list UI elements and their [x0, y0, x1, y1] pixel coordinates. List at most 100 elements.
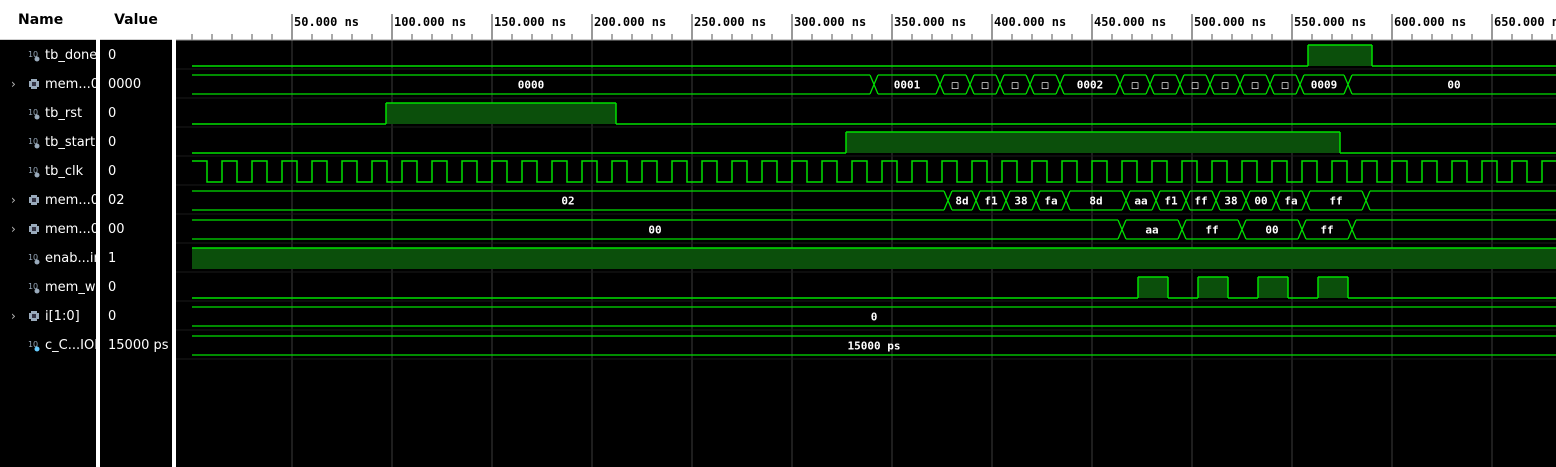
bus-segment — [1034, 74, 1065, 95]
waveform-mem-w[interactable] — [192, 276, 1556, 299]
bus-segment — [1004, 74, 1035, 95]
waveform-tb-clk[interactable] — [192, 160, 1556, 183]
high-level-fill — [846, 132, 1340, 153]
bus-value-label: □ — [1222, 79, 1229, 92]
bus-value-label: □ — [1042, 79, 1049, 92]
bus-signal-icon — [28, 222, 40, 236]
signal-name: i[1:0] — [45, 309, 80, 324]
parameter-icon: 10 — [28, 338, 40, 352]
signal-row-tb-rst[interactable]: 1 0 tb_rst — [0, 99, 96, 128]
bus-value-label: f1 — [1164, 195, 1178, 208]
bus-value-label: □ — [982, 79, 989, 92]
signal-row-mem-0[interactable]: › mem...0 — [0, 215, 96, 244]
bus-value-label: ff — [1329, 195, 1342, 208]
waveform-mem-0[interactable]: 00 aa ff 00 ff — [192, 219, 1556, 240]
signal-row-c-C-IOD[interactable]: 10 c_C...IOD — [0, 331, 96, 360]
bit-signal-icon: 10 — [28, 280, 40, 294]
high-level-fill — [1308, 45, 1372, 66]
ruler-tick-label: 400.000 ns — [994, 15, 1066, 29]
bus-value-label: 00 — [1447, 79, 1460, 92]
bus-segment — [944, 74, 975, 95]
expand-chevron-icon[interactable]: › — [11, 70, 19, 99]
bus-value-label: □ — [1012, 79, 1019, 92]
waveform-tb-rst[interactable] — [192, 102, 1556, 125]
bus-value-label: □ — [1132, 79, 1139, 92]
signal-name: tb_done — [45, 48, 96, 63]
bus-value-label: 00 — [1254, 195, 1267, 208]
bit-signal-icon: 10 — [28, 164, 40, 178]
bus-signal-icon — [28, 77, 40, 91]
signal-row-tb-done[interactable]: 1 0 tb_done — [0, 41, 96, 70]
signal-value: 0 — [108, 280, 117, 295]
high-level-fill — [386, 103, 616, 124]
ruler-tick-label: 650.000 ns — [1494, 15, 1556, 29]
bus-segment — [974, 74, 1005, 95]
signal-row-mem-0[interactable]: › mem...0 — [0, 70, 96, 99]
ruler-tick-label: 250.000 ns — [694, 15, 766, 29]
signal-row-tb-start[interactable]: 1 0 tb_start — [0, 128, 96, 157]
bit-signal-icon: 10 — [28, 106, 40, 120]
bus-value-label: 15000 ps — [848, 340, 901, 353]
signal-row-mem-w[interactable]: 1 0 mem_w — [0, 273, 96, 302]
signal-row-enab-in[interactable]: 10 enab...in — [0, 244, 96, 273]
signal-name: tb_rst — [45, 106, 83, 121]
waveform-tb-done[interactable] — [192, 44, 1556, 67]
bus-value-label: □ — [1252, 79, 1259, 92]
ruler-tick-label: 200.000 ns — [594, 15, 666, 29]
signal-value: 0 — [108, 48, 117, 63]
signal-value: 0 — [108, 309, 117, 324]
name-column-header[interactable]: Name — [0, 0, 96, 40]
ruler-tick-label: 300.000 ns — [794, 15, 866, 29]
signal-name: tb_start — [45, 135, 96, 150]
ruler-tick-label: 100.000 ns — [394, 15, 466, 29]
signal-name: mem...0 — [45, 222, 96, 237]
expand-chevron-icon[interactable]: › — [11, 302, 19, 331]
bus-value-label: 0000 — [518, 79, 545, 92]
waveform-area[interactable]: 50.000 ns 100.000 ns 150.000 ns 200.000 ns 2… — [176, 0, 1556, 467]
bus-value-label: □ — [1192, 79, 1199, 92]
signal-row-tb-clk[interactable]: 1 0 tb_clk — [0, 157, 96, 186]
ruler-tick-label: 150.000 ns — [494, 15, 566, 29]
bus-value-label: 38 — [1014, 195, 1027, 208]
signal-name: c_C...IOD — [45, 338, 96, 353]
signal-row-i-1-0-[interactable]: › i[1:0] — [0, 302, 96, 331]
expand-chevron-icon[interactable]: › — [11, 215, 19, 244]
waveform-enab-in[interactable] — [192, 247, 1556, 269]
bus-segment — [1214, 74, 1245, 95]
signal-name: enab...in — [45, 251, 96, 266]
signal-row-mem-0[interactable]: › mem...0 — [0, 186, 96, 215]
waveform-mem-0[interactable]: 0000 0001 □ □ □ □ 0002 □ □ □ □ □ □ 0009 00 — [192, 74, 1556, 95]
bus-value-label: 00 — [648, 224, 661, 237]
signal-name: mem...0 — [45, 193, 96, 208]
ruler-tick-label: 550.000 ns — [1294, 15, 1366, 29]
bus-value-label: □ — [1282, 79, 1289, 92]
high-level-fill — [1318, 277, 1348, 298]
bus-value-label: fa — [1284, 195, 1297, 208]
signal-value: 0000 — [108, 77, 142, 92]
signal-value: 02 — [108, 193, 125, 208]
waveform-i-1-0-[interactable]: 0 — [192, 306, 1556, 327]
bus-value-label: ff — [1194, 195, 1207, 208]
signal-name: tb_clk — [45, 164, 84, 179]
clock-wave — [192, 160, 1556, 183]
bus-value-label: 38 — [1224, 195, 1237, 208]
bus-value-label: f1 — [984, 195, 998, 208]
signal-value: 0 — [108, 164, 117, 179]
bus-segment — [1274, 74, 1305, 95]
signal-name: mem_w — [45, 280, 96, 295]
high-level-fill — [1258, 277, 1288, 298]
bus-value-label: □ — [1162, 79, 1169, 92]
bus-value-label: 0 — [871, 311, 878, 324]
bus-signal-icon — [28, 193, 40, 207]
signal-name: mem...0 — [45, 77, 96, 92]
signal-value: 0 — [108, 106, 117, 121]
bus-segment — [1370, 190, 1556, 211]
value-column-header[interactable]: Value — [100, 0, 172, 40]
expand-chevron-icon[interactable]: › — [11, 186, 19, 215]
waveform-c-C-IOD[interactable]: 15000 ps — [192, 335, 1556, 356]
ruler-tick-label: 450.000 ns — [1094, 15, 1166, 29]
waveform-tb-start[interactable] — [192, 131, 1556, 154]
waveform-canvas[interactable]: 50.000 ns 100.000 ns 150.000 ns 200.000 ns 2… — [176, 0, 1556, 467]
waveform-mem-0[interactable]: 02 8d f1 38 fa 8d aa f1 ff 38 00 fa ff — [192, 190, 1556, 211]
bus-value-label: 00 — [1265, 224, 1278, 237]
